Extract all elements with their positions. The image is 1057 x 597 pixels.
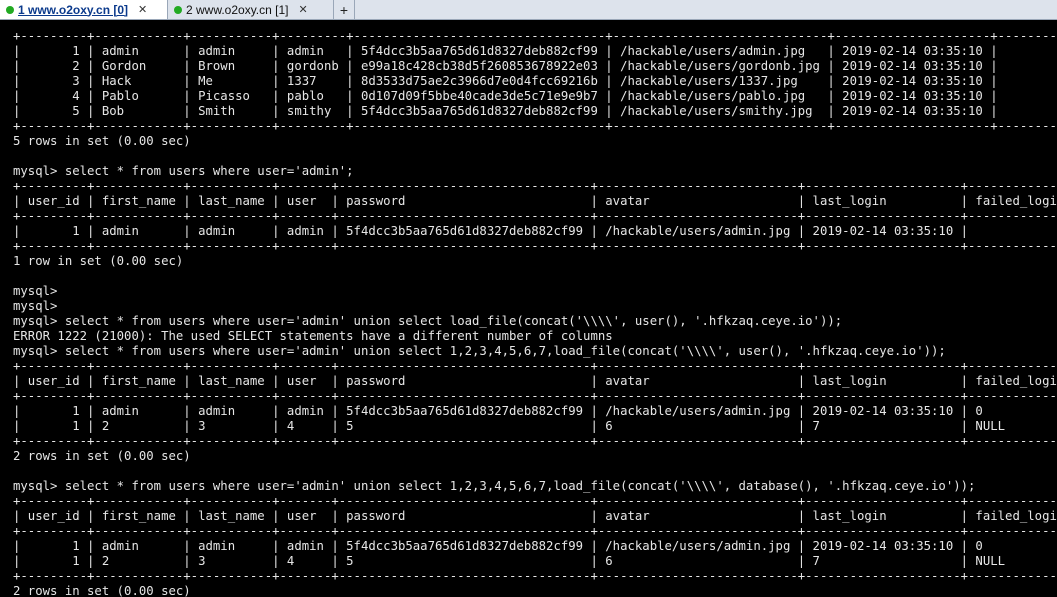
terminal-line: | 1 | admin | admin | admin | 5f4dcc3b5a… [13,539,1057,553]
terminal-line: | user_id | first_name | last_name | use… [13,374,1057,388]
terminal-line: 1 row in set (0.00 sec) [13,254,184,268]
terminal-line: 2 rows in set (0.00 sec) [13,584,191,597]
terminal-line: | 5 | Bob | Smith | smithy | 5f4dcc3b5aa… [13,104,1057,118]
tab-session-2[interactable]: 2 www.o2oxy.cn [1] ✕ [168,0,334,19]
tab-close-icon[interactable]: ✕ [299,3,308,16]
terminal-line: mysql> select * from users where user='a… [13,164,354,178]
terminal-line: mysql> select * from users where user='a… [13,344,946,358]
terminal-line: | user_id | first_name | last_name | use… [13,194,1057,208]
terminal-line: | 1 | admin | admin | admin | 5f4dcc3b5a… [13,44,1057,58]
terminal-line: +---------+------------+-----------+----… [13,239,1057,253]
terminal-line: mysql> [13,284,58,298]
terminal-line: +---------+------------+-----------+----… [13,179,1057,193]
terminal-line: +---------+------------+-----------+----… [13,494,1057,508]
terminal-line: | 3 | Hack | Me | 1337 | 8d3533d75ae2c39… [13,74,1057,88]
terminal-line: +---------+------------+-----------+----… [13,389,1057,403]
terminal-line: mysql> select * from users where user='a… [13,314,843,328]
terminal-line: +---------+------------+-----------+----… [13,359,1057,373]
terminal-line: +---------+------------+-----------+----… [13,569,1057,583]
session-status-dot-icon [174,6,182,14]
new-tab-button[interactable]: + [334,0,355,19]
session-status-dot-icon [6,6,14,14]
terminal-line: +---------+------------+-----------+----… [13,29,1057,43]
tab-close-icon[interactable]: ✕ [138,3,147,16]
terminal-line: | 1 | 2 | 3 | 4 | 5 | 6 | 7 | NULL | [13,554,1057,568]
terminal-line: mysql> select * from users where user='a… [13,479,976,493]
terminal-line: | 1 | 2 | 3 | 4 | 5 | 6 | 7 | NULL | [13,419,1057,433]
terminal-line: | 4 | Pablo | Picasso | pablo | 0d107d09… [13,89,1057,103]
tab-session-1[interactable]: 1 www.o2oxy.cn [0] ✕ [0,0,168,19]
terminal-line: +---------+------------+-----------+----… [13,209,1057,223]
terminal-line: | 1 | admin | admin | admin | 5f4dcc3b5a… [13,224,1057,238]
terminal-line: +---------+------------+-----------+----… [13,119,1057,133]
terminal-output[interactable]: +---------+------------+-----------+----… [0,20,1057,597]
terminal-line: 5 rows in set (0.00 sec) [13,134,191,148]
terminal-line: | user_id | first_name | last_name | use… [13,509,1057,523]
terminal-line: ERROR 1222 (21000): The used SELECT stat… [13,329,613,343]
terminal-line: mysql> [13,299,58,313]
tab-bar: 1 www.o2oxy.cn [0] ✕ 2 www.o2oxy.cn [1] … [0,0,1057,20]
terminal-line: +---------+------------+-----------+----… [13,434,1057,448]
terminal-line: +---------+------------+-----------+----… [13,524,1057,538]
tab-label: 1 www.o2oxy.cn [0] [18,2,129,17]
terminal-line: | 2 | Gordon | Brown | gordonb | e99a18c… [13,59,1057,73]
tab-label: 2 www.o2oxy.cn [1] [186,2,289,17]
terminal-line: 2 rows in set (0.00 sec) [13,449,191,463]
terminal-line: | 1 | admin | admin | admin | 5f4dcc3b5a… [13,404,1057,418]
